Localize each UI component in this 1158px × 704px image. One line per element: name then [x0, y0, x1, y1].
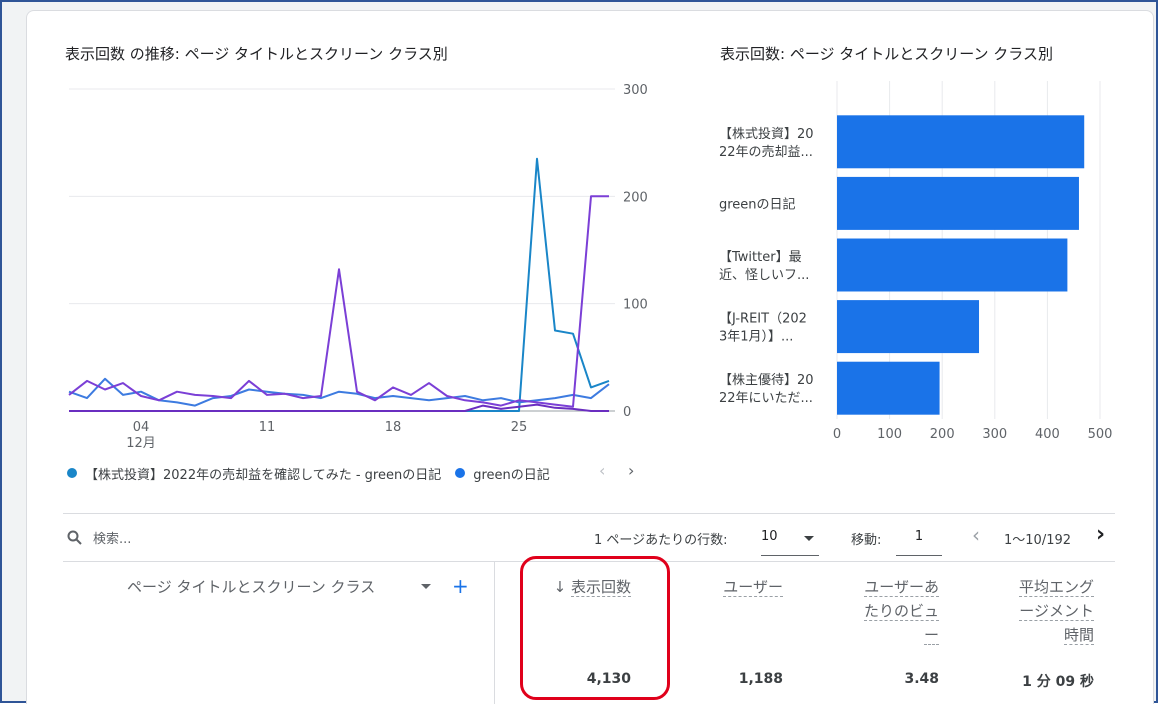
- dimension-header[interactable]: ページ タイトルとスクリーン クラス: [127, 575, 375, 599]
- rows-per-page-label: 1 ページあたりの行数:: [594, 533, 728, 548]
- dimension-header-label: ページ タイトルとスクリーン クラス: [127, 578, 376, 596]
- category-label: 【株式投資】20: [719, 126, 814, 142]
- metric-header-label-line: ージメント: [1019, 602, 1094, 621]
- x-tick-label: 0: [833, 427, 841, 442]
- dimension-dropdown-icon[interactable]: [421, 584, 431, 590]
- category-label: 【株主優待】20: [719, 373, 814, 388]
- total-avg-engagement: 1 分 09 秒: [1022, 674, 1094, 690]
- category-label: 3年1月）】...: [719, 330, 793, 345]
- prev-page-icon[interactable]: ‹: [972, 523, 980, 547]
- legend-dot-icon: [455, 468, 466, 478]
- search-icon: [67, 530, 82, 545]
- metric-header-label: ユーザー: [723, 578, 783, 597]
- legend-item[interactable]: greenの日記: [455, 464, 550, 483]
- category-label: greenの日記: [719, 196, 796, 212]
- bar-chart: 0 100 200 300 400 500 【株式投資】20 22年の売却益... greenの…: [719, 81, 1113, 442]
- rows-per-page-select[interactable]: 10: [761, 529, 819, 556]
- metric-header-users[interactable]: ユーザー: [687, 575, 783, 599]
- total-views-per-user: 3.48: [904, 671, 939, 687]
- legend-label: greenの日記: [473, 467, 550, 483]
- total-users: 1,188: [738, 671, 783, 687]
- metric-header-label-line: たりのビュ: [863, 602, 939, 621]
- metric-header-label-line: 時間: [1063, 626, 1094, 645]
- next-page-icon[interactable]: ›: [1096, 522, 1105, 547]
- divider: [63, 513, 1115, 514]
- bar: [837, 361, 940, 415]
- x-tick-label: 400: [1035, 427, 1060, 442]
- x-tick-label: 200: [930, 427, 955, 442]
- bar: [837, 176, 1079, 230]
- legend-item[interactable]: 【株式投資】2022年の売却益を確認してみた - greenの日記: [67, 464, 441, 483]
- category-label: 近、怪しいフ...: [719, 268, 809, 283]
- search-input[interactable]: [93, 528, 293, 550]
- legend-dot-icon: [67, 468, 77, 478]
- metric-header-label-line: ユーザーあ: [864, 578, 939, 597]
- goto-label: 移動:: [851, 533, 882, 548]
- x-tick-label: 300: [982, 427, 1007, 442]
- column-divider: [494, 562, 495, 704]
- category-label: 【Twitter】最: [719, 250, 802, 265]
- category-label: 【J-REIT（202: [719, 312, 807, 327]
- legend-prev-icon[interactable]: ‹: [599, 461, 605, 480]
- metric-header-label-line: 平均エング: [1018, 578, 1094, 597]
- rows-per-page-value: 10: [761, 529, 778, 544]
- bar: [837, 238, 1068, 292]
- category-label: 22年にいただ...: [719, 391, 813, 406]
- line-chart-legend: 【株式投資】2022年の売却益を確認してみた - greenの日記 greenの…: [67, 463, 564, 483]
- metric-header-views-per-user[interactable]: ユーザーあ たりのビュ ー: [827, 575, 939, 647]
- page-range-text: 1〜10/192: [1004, 533, 1072, 548]
- bar: [837, 300, 980, 354]
- x-tick-label: 100: [877, 427, 902, 442]
- add-dimension-icon[interactable]: +: [452, 574, 469, 598]
- metric-header-avg-engagement[interactable]: 平均エング ージメント 時間: [982, 575, 1094, 647]
- category-label: 22年の売却益...: [719, 144, 813, 160]
- dropdown-arrow-icon: [804, 536, 814, 541]
- x-tick-label: 500: [1088, 427, 1113, 442]
- red-highlight-annotation: [520, 556, 670, 700]
- legend-next-icon[interactable]: ›: [628, 461, 634, 480]
- bar: [837, 115, 1085, 169]
- metric-header-label-line: ー: [923, 626, 939, 645]
- legend-label: 【株式投資】2022年の売却益を確認してみた - greenの日記: [85, 467, 442, 483]
- goto-page-input[interactable]: 1: [896, 529, 942, 556]
